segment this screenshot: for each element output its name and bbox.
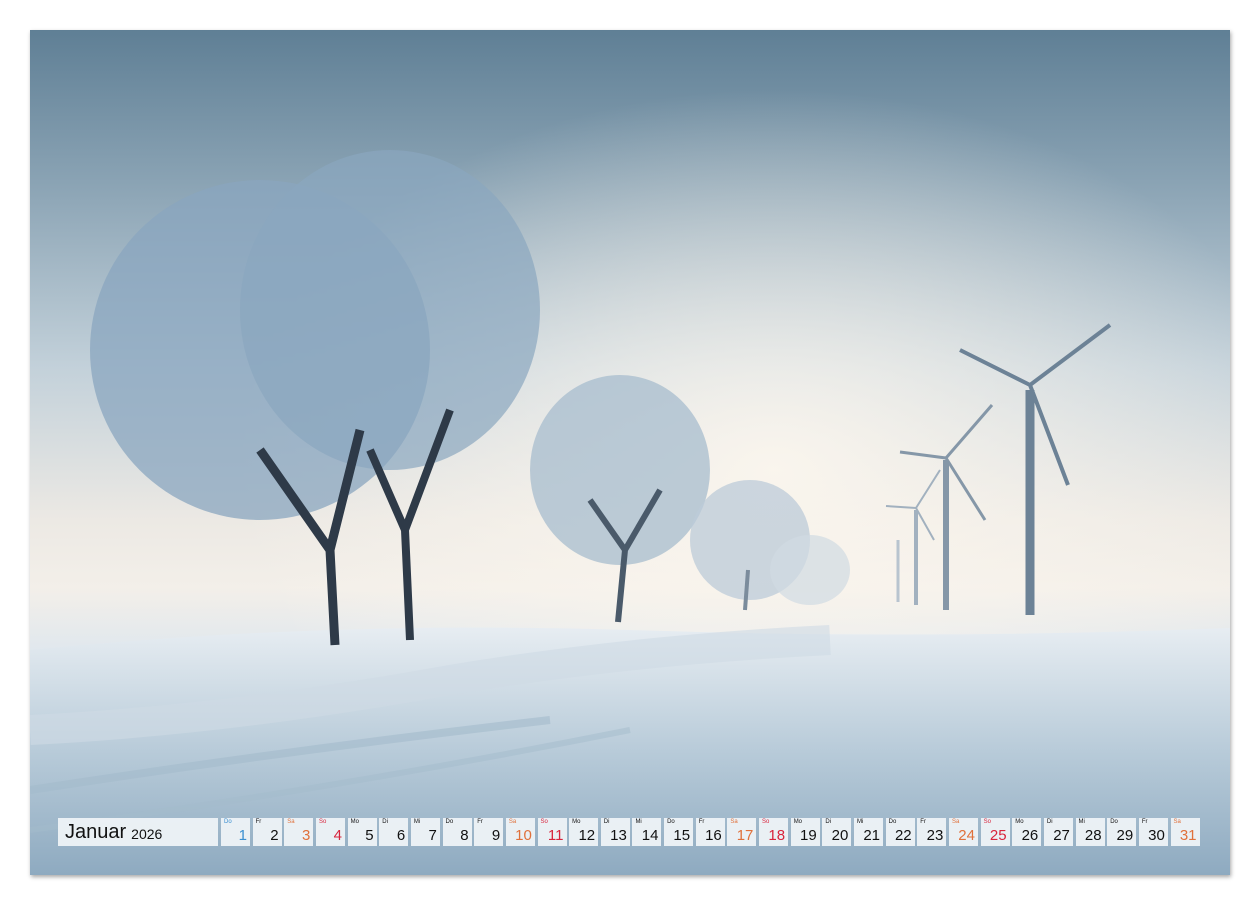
weekday-label: Fr xyxy=(699,819,705,825)
day-number: 12 xyxy=(578,827,595,844)
day-cell: Sa 24 xyxy=(949,818,978,846)
day-cell: So 18 xyxy=(759,818,788,846)
day-cell: Mi14 xyxy=(632,818,661,846)
weekday-label: Fr xyxy=(920,819,926,825)
day-cell: Mi21 xyxy=(854,818,883,846)
weekday-label: Do xyxy=(1110,819,1118,825)
weekday-label: Sa xyxy=(730,819,737,825)
day-cell: Di20 xyxy=(822,818,851,846)
day-cell: Sa 3 xyxy=(284,818,313,846)
day-cell: Fr16 xyxy=(696,818,725,846)
weekday-label: Do xyxy=(446,819,454,825)
day-number: 24 xyxy=(958,827,975,844)
weekday-label: Sa xyxy=(509,819,516,825)
weekday-label: Di xyxy=(604,819,610,825)
weekday-label: Mi xyxy=(857,819,863,825)
day-number: 14 xyxy=(642,827,659,844)
year: 2026 xyxy=(131,826,162,842)
day-number: 21 xyxy=(863,827,880,844)
day-cell: Do 22 xyxy=(886,818,915,846)
day-number: 20 xyxy=(832,827,849,844)
weekday-label: So xyxy=(762,819,769,825)
day-number: 23 xyxy=(927,827,944,844)
day-cell: Fr 2 xyxy=(253,818,282,846)
weekday-label: Mo xyxy=(1015,819,1023,825)
day-number: 26 xyxy=(1022,827,1039,844)
day-number: 7 xyxy=(429,827,437,844)
day-cell: Di27 xyxy=(1044,818,1073,846)
weekday-label: Do xyxy=(224,819,232,825)
day-cell: Mo 19 xyxy=(791,818,820,846)
day-cell: Di 6 xyxy=(379,818,408,846)
day-cell: Mo 5 xyxy=(348,818,377,846)
day-cell: Do 8 xyxy=(443,818,472,846)
day-number: 3 xyxy=(302,827,310,844)
weekday-label: Fr xyxy=(1142,819,1148,825)
day-number: 13 xyxy=(610,827,627,844)
day-number: 2 xyxy=(270,827,278,844)
day-cell: Sa17 xyxy=(727,818,756,846)
day-number: 31 xyxy=(1180,827,1197,844)
weekday-label: Di xyxy=(1047,819,1053,825)
day-cell: Mi 7 xyxy=(411,818,440,846)
photo-scene xyxy=(30,30,1230,875)
weekday-label: So xyxy=(319,819,326,825)
day-cell: Mo 12 xyxy=(569,818,598,846)
day-number: 16 xyxy=(705,827,722,844)
weekday-label: Di xyxy=(825,819,831,825)
day-number: 6 xyxy=(397,827,405,844)
day-number: 18 xyxy=(768,827,785,844)
day-number: 28 xyxy=(1085,827,1102,844)
day-number: 29 xyxy=(1117,827,1134,844)
day-cell: Sa 31 xyxy=(1171,818,1200,846)
weekday-label: Sa xyxy=(1174,819,1181,825)
day-cell: So11 xyxy=(538,818,567,846)
day-number: 27 xyxy=(1053,827,1070,844)
day-number: 10 xyxy=(515,827,532,844)
weekday-label: Do xyxy=(667,819,675,825)
day-cell: Mo 26 xyxy=(1012,818,1041,846)
weekday-label: Sa xyxy=(287,819,294,825)
weekday-label: Sa xyxy=(952,819,959,825)
day-cell: Do 29 xyxy=(1107,818,1136,846)
day-number: 30 xyxy=(1148,827,1165,844)
day-number: 5 xyxy=(365,827,373,844)
day-number: 15 xyxy=(673,827,690,844)
day-cell: So 25 xyxy=(981,818,1010,846)
day-cell: Do 15 xyxy=(664,818,693,846)
month-label: Januar 2026 xyxy=(58,818,218,846)
weekday-label: Mi xyxy=(635,819,641,825)
day-number: 11 xyxy=(548,827,564,844)
day-cell: Fr 9 xyxy=(474,818,503,846)
weekday-label: So xyxy=(984,819,991,825)
winter-landscape-photo: Januar 2026 Do1Fr2Sa3So4Mo5Di6Mi7Do8Fr9S… xyxy=(30,30,1230,875)
day-cell: Fr30 xyxy=(1139,818,1168,846)
weekday-label: Fr xyxy=(256,819,262,825)
day-number: 1 xyxy=(239,827,247,844)
weekday-label: Do xyxy=(889,819,897,825)
day-number: 25 xyxy=(990,827,1007,844)
day-number: 22 xyxy=(895,827,912,844)
day-number: 9 xyxy=(492,827,500,844)
month-name: Januar xyxy=(65,821,126,844)
weekday-label: Di xyxy=(382,819,388,825)
weekday-label: Mo xyxy=(572,819,580,825)
calendar-strip: Januar 2026 Do1Fr2Sa3So4Mo5Di6Mi7Do8Fr9S… xyxy=(58,818,1208,846)
day-cell: Do 1 xyxy=(221,818,250,846)
day-cell: Fr23 xyxy=(917,818,946,846)
day-cell: Di13 xyxy=(601,818,630,846)
day-number: 17 xyxy=(737,827,754,844)
day-number: 19 xyxy=(800,827,817,844)
day-number: 4 xyxy=(334,827,342,844)
weekday-label: Fr xyxy=(477,819,483,825)
day-cell: Mi28 xyxy=(1076,818,1105,846)
weekday-label: Mo xyxy=(794,819,802,825)
weekday-label: Mo xyxy=(351,819,359,825)
weekday-label: Mi xyxy=(414,819,420,825)
day-cell: Sa 10 xyxy=(506,818,535,846)
weekday-label: Mi xyxy=(1079,819,1085,825)
day-number: 8 xyxy=(460,827,468,844)
day-cell: So 4 xyxy=(316,818,345,846)
weekday-label: So xyxy=(541,819,548,825)
